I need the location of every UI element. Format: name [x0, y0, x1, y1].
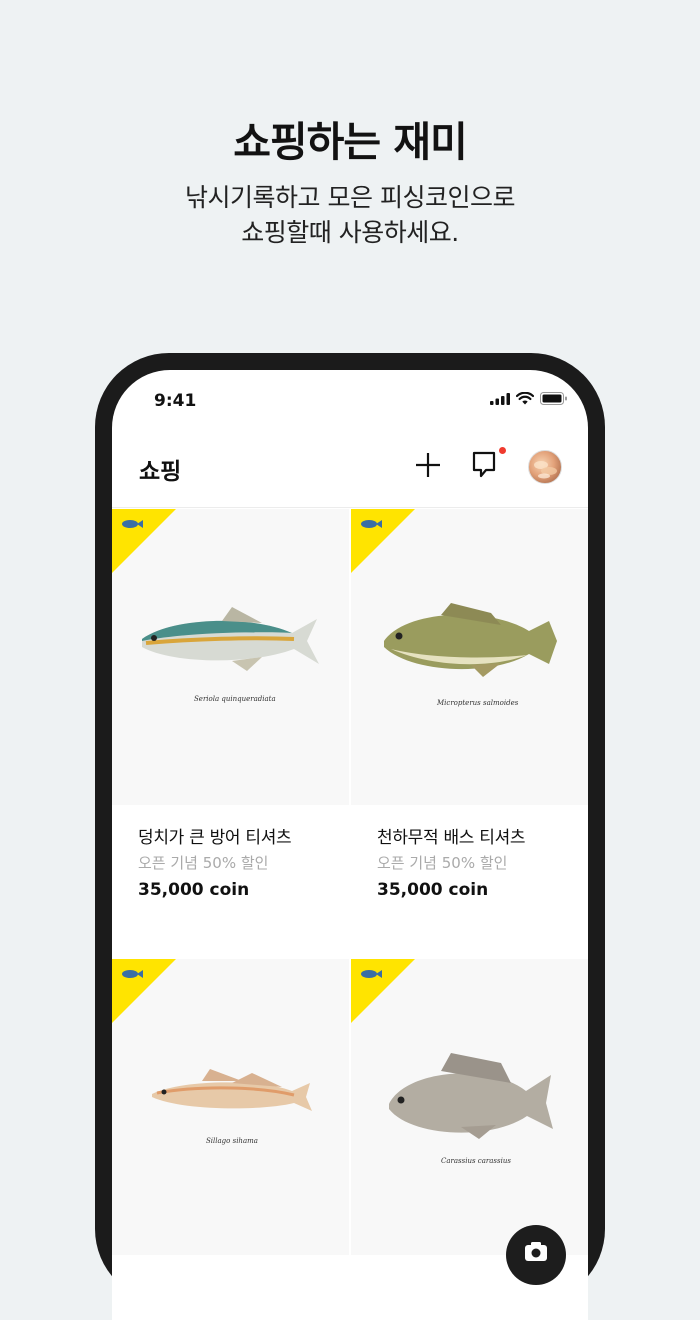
add-button[interactable]: [411, 448, 445, 482]
product-caption: Carassius carassius: [441, 1157, 511, 1165]
camera-icon: [525, 1242, 547, 1261]
product-caption: Sillago sihama: [206, 1137, 258, 1145]
promo-headline: 쇼핑하는 재미: [233, 118, 468, 166]
product-caption: Seriola quinqueradiata: [194, 695, 276, 703]
signal-icon: [490, 392, 510, 405]
notification-dot: [499, 447, 506, 454]
product-caption: Micropterus salmoides: [436, 699, 519, 707]
promo-subline-line-2: 쇼핑할때 사용하세요.: [241, 218, 459, 247]
promo-subline-line-1: 낚시기록하고 모은 피싱코인으로: [185, 183, 515, 212]
avatar-image: [534, 461, 557, 479]
phone-screen: 9:41 쇼핑 Seriola quinqueradiata 덩치가 큰 방어 …: [112, 370, 588, 1320]
product-image: Seriola quinqueradiata: [112, 509, 349, 805]
product-image: Sillago sihama: [112, 959, 349, 1255]
product-price: 35,000 coin: [377, 880, 489, 900]
product-name: 덩치가 큰 방어 티셔츠: [138, 828, 292, 848]
product-promo: 오픈 기념 50% 할인: [377, 854, 508, 872]
fish-icon: [122, 520, 143, 528]
fish-icon: [361, 520, 382, 528]
product-promo: 오픈 기념 50% 할인: [138, 854, 269, 872]
product-name: 천하무적 배스 티셔츠: [377, 828, 526, 848]
status-icons: [490, 392, 568, 405]
fish-icon: [361, 970, 382, 978]
chat-button[interactable]: [467, 448, 501, 482]
plus-icon: [416, 453, 440, 477]
battery-icon: [540, 392, 567, 405]
page-title: 쇼핑: [139, 459, 182, 485]
promo-subline: 낚시기록하고 모은 피싱코인으로 쇼핑할때 사용하세요.: [0, 180, 700, 250]
fish-icon: [122, 970, 143, 978]
floating-action-button[interactable]: [506, 1225, 566, 1285]
header-divider: [112, 507, 588, 508]
product-image: Micropterus salmoides: [351, 509, 588, 805]
chat-icon: [472, 451, 496, 478]
product-price: 35,000 coin: [138, 880, 250, 900]
product-image: Carassius carassius: [351, 959, 588, 1255]
phone-frame: 9:41 쇼핑 Seriola quinqueradiata 덩치가 큰 방어 …: [95, 353, 605, 1320]
avatar[interactable]: [528, 450, 562, 484]
wifi-icon: [516, 392, 534, 405]
status-time: 9:41: [154, 391, 197, 411]
